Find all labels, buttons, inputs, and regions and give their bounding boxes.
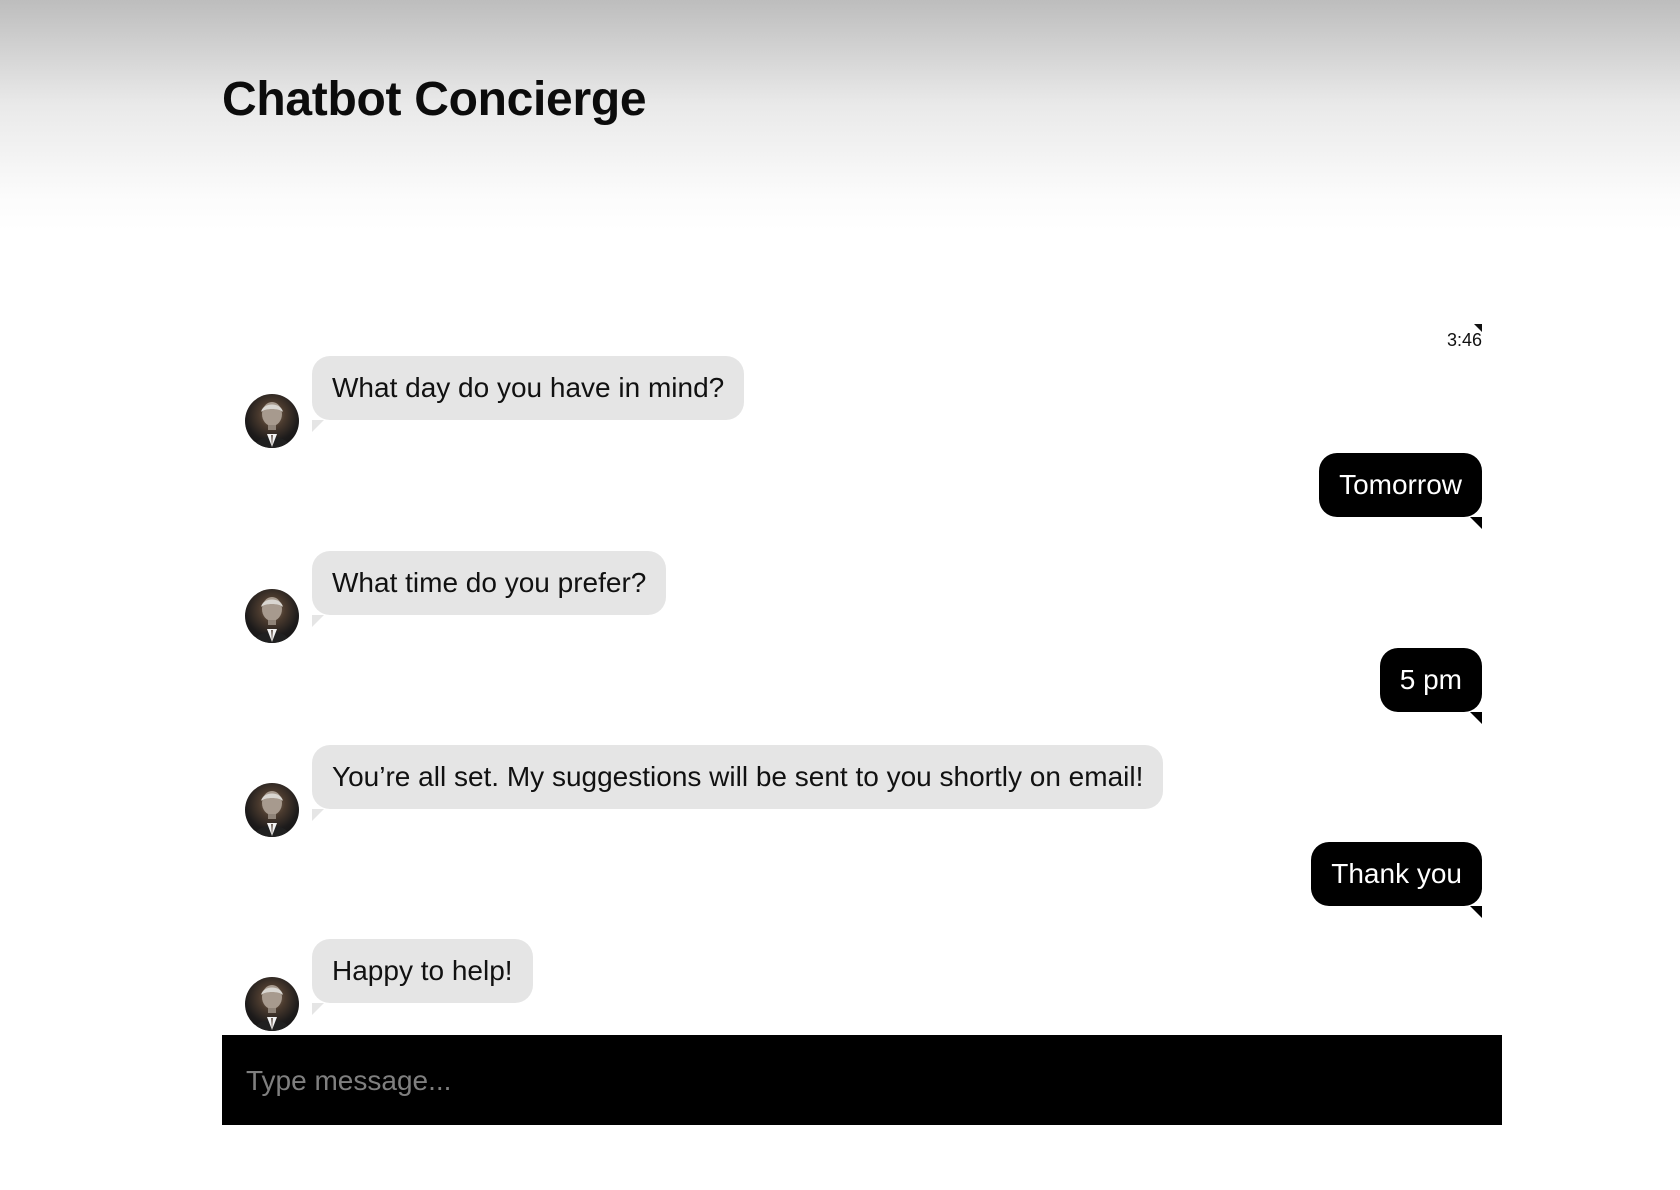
bot-message-bubble: What time do you prefer?	[312, 551, 667, 615]
bot-message-bubble: What day do you have in mind?	[312, 356, 745, 420]
user-message-bubble: Tomorrow	[1319, 453, 1482, 529]
bot-message-bubble: Happy to help!	[312, 939, 533, 1003]
bot-avatar-icon	[245, 589, 299, 643]
page-title: Chatbot Concierge	[222, 73, 647, 126]
message-timestamp: 3:46	[1446, 330, 1482, 350]
message-composer	[222, 1035, 1502, 1125]
app-header: Chatbot Concierge	[0, 0, 1680, 230]
bot-avatar-icon	[245, 783, 299, 837]
chat-page: Chatbot Concierge 3:46 What day do you h…	[0, 0, 1680, 1190]
user-message-bubble: 5 pm	[1379, 648, 1483, 724]
bot-avatar-icon	[245, 977, 299, 1031]
bot-avatar-icon	[245, 394, 299, 448]
message-input[interactable]	[244, 1053, 1478, 1109]
timestamp-marker-icon	[1474, 324, 1482, 332]
user-message-bubble: Thank you	[1311, 842, 1482, 918]
bot-message-bubble: You’re all set. My suggestions will be s…	[312, 745, 1164, 809]
